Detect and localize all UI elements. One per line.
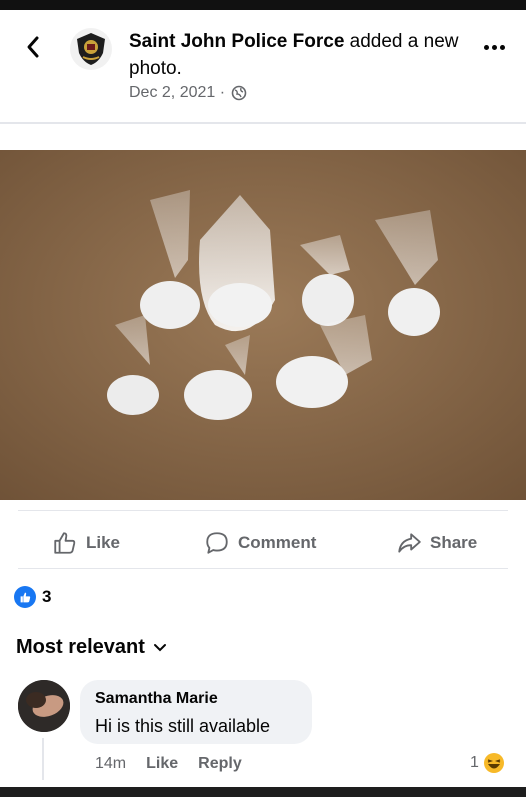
share-button[interactable]: Share <box>396 525 477 561</box>
more-dots-icon <box>483 44 489 50</box>
haha-emoji-icon <box>483 753 504 773</box>
avatar[interactable] <box>18 680 70 732</box>
sort-label: Most relevant <box>16 636 145 658</box>
share-label: Share <box>430 533 478 552</box>
comment-reply-button[interactable]: Reply <box>198 755 242 773</box>
divider <box>0 122 526 124</box>
like-reaction-icon <box>14 586 36 608</box>
post-header-text: Saint John Police Force added a new phot… <box>129 28 459 82</box>
globe-icon <box>231 85 247 101</box>
comment-reactions[interactable]: 1 <box>470 752 505 774</box>
comment-author[interactable]: Samantha Marie <box>95 690 218 708</box>
comment-icon <box>206 532 228 554</box>
commenter-photo <box>18 680 70 732</box>
comment-button[interactable]: Comment <box>204 525 316 561</box>
divider <box>18 510 508 511</box>
chevron-down-icon <box>153 643 166 651</box>
chevron-left-icon <box>27 36 39 58</box>
comment-label: Comment <box>238 533 317 552</box>
like-label: Like <box>86 533 121 552</box>
thread-line <box>42 738 44 780</box>
status-bar <box>0 0 526 10</box>
page-avatar[interactable] <box>70 28 112 70</box>
police-badge-icon <box>77 33 105 65</box>
reaction-count: 3 <box>42 587 52 606</box>
share-icon <box>398 533 421 553</box>
post-meta: Dec 2, 2021 · <box>129 84 247 102</box>
comment-meta: 14m Like Reply <box>95 755 242 773</box>
photo-image <box>0 150 526 500</box>
comment-reaction-count: 1 <box>470 754 479 771</box>
page-name-link[interactable]: Saint John Police Force <box>129 31 344 52</box>
reaction-summary[interactable]: 3 <box>14 586 51 608</box>
comment-like-button[interactable]: Like <box>146 755 178 773</box>
comment-sort-dropdown[interactable]: Most relevant <box>16 636 167 659</box>
comment-text: Hi is this still available <box>95 716 271 736</box>
post-photo[interactable] <box>0 150 526 500</box>
post-date[interactable]: Dec 2, 2021 · <box>129 84 225 102</box>
bottom-bar <box>0 787 526 797</box>
more-options-button[interactable] <box>478 36 510 58</box>
like-button[interactable]: Like <box>52 525 120 561</box>
back-button[interactable] <box>18 32 48 62</box>
thumbs-up-icon <box>54 532 76 554</box>
divider <box>18 568 508 569</box>
comment-time[interactable]: 14m <box>95 755 126 773</box>
